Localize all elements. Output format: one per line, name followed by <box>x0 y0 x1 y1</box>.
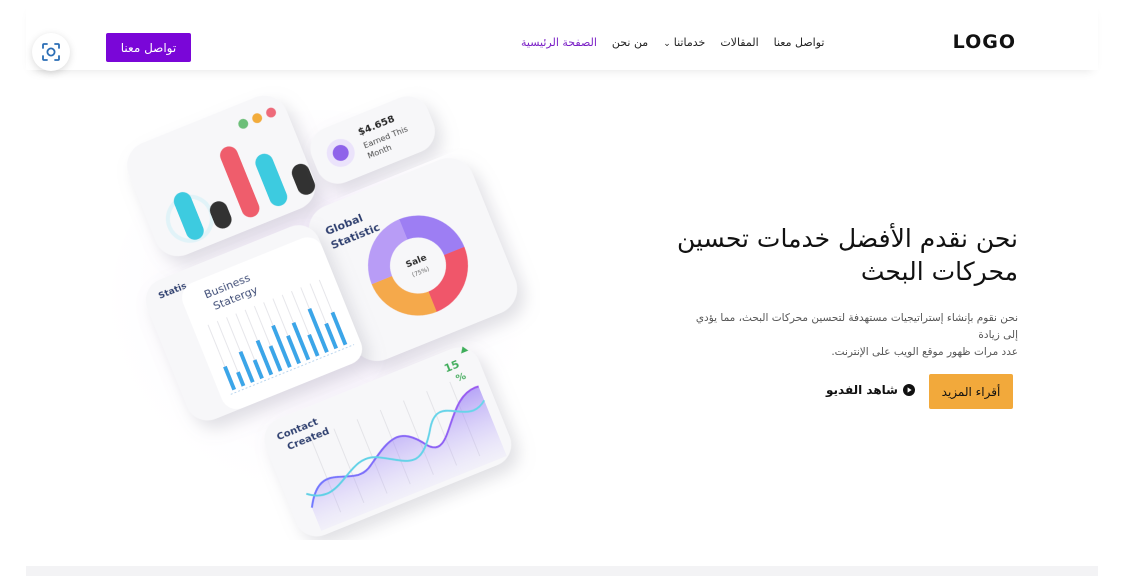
play-circle-icon <box>902 384 915 396</box>
scan-focus-icon <box>42 43 60 61</box>
nav-home[interactable]: الصفحة الرئيسية <box>521 36 597 49</box>
watch-video-button[interactable]: شاهد الفديو <box>826 383 915 397</box>
main-nav: الصفحة الرئيسية من نحن خدماتنا⌄ المقالات… <box>521 36 824 49</box>
watch-video-label: شاهد الفديو <box>826 383 898 397</box>
logo[interactable]: LOGO <box>953 31 1016 53</box>
section-divider <box>26 566 1098 576</box>
hero-subtitle-line-2: عدد مرات ظهور موقع الويب على الإنترنت. <box>831 346 1018 358</box>
hero-title: نحن نقدم الأفضل خدمات تحسين محركات البحث <box>598 222 1018 288</box>
chevron-down-icon: ⌄ <box>663 39 671 49</box>
nav-articles[interactable]: المقالات <box>720 36 758 49</box>
dashboard-illustration: $4.658 Earned This Month Global Statisti… <box>110 95 530 537</box>
hero-subtitle-line-1: نحن نقوم بإنشاء إستراتيجيات مستهدفة لتحس… <box>695 312 1018 341</box>
site-header: LOGO الصفحة الرئيسية من نحن خدماتنا⌄ الم… <box>26 0 1098 71</box>
nav-about[interactable]: من نحن <box>612 36 648 49</box>
read-more-button[interactable]: أقراء المزيد <box>929 374 1013 409</box>
nav-services-label: خدماتنا <box>673 36 706 49</box>
nav-services[interactable]: خدماتنا⌄ <box>663 36 705 49</box>
hero-title-line-1: نحن نقدم الأفضل خدمات تحسين <box>677 224 1018 253</box>
contact-us-button[interactable]: تواصل معنا <box>106 33 191 62</box>
hero-subtitle: نحن نقوم بإنشاء إستراتيجيات مستهدفة لتحس… <box>678 310 1018 361</box>
nav-contact[interactable]: تواصل معنا <box>774 36 825 49</box>
hero-title-line-2: محركات البحث <box>860 257 1018 286</box>
scan-button[interactable] <box>32 33 70 71</box>
